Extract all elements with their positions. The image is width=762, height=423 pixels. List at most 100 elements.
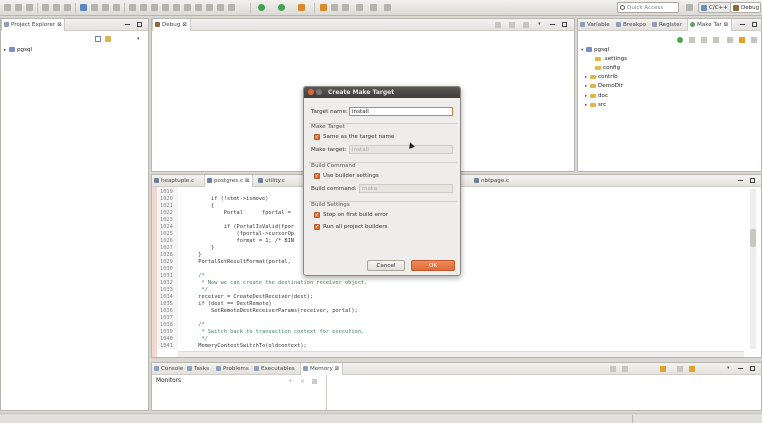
view-menu-icon[interactable]: ▾ [727,365,730,371]
open-element-icon[interactable] [331,4,338,11]
code-line[interactable]: 1032 * Now we can create the destination… [160,280,367,287]
run-all-builders-checkbox[interactable]: ✓ [314,224,320,230]
tree-item-doc[interactable]: ▸ doc [585,93,608,101]
tab-executables[interactable]: Executables [252,363,298,375]
tree-item-pgsql[interactable]: ▸ pgsql [4,47,32,55]
save-all-icon[interactable] [26,4,33,11]
tab-postgres[interactable]: postgres.c ⊠ [204,175,254,187]
code-line[interactable]: 1039 * Switch back to transaction contex… [160,329,364,336]
link-editor-icon[interactable] [105,36,111,42]
suspend-icon[interactable] [140,4,147,11]
maximize-icon[interactable] [562,22,567,27]
open-type-icon[interactable] [320,4,327,11]
clean-icon[interactable] [64,4,71,11]
open-perspective-icon[interactable] [686,4,693,11]
close-icon[interactable]: ⊠ [182,22,186,28]
tree-item-contrib[interactable]: ▸ contrib [585,74,618,82]
forward-icon[interactable] [384,4,391,11]
tree-item-settings[interactable]: .settings [590,56,627,64]
close-icon[interactable]: ⊠ [245,178,249,184]
tab-project-explorer[interactable]: Project Explorer ⊠ [1,19,66,31]
close-icon[interactable]: ⊠ [57,22,61,28]
remove-monitor-icon[interactable]: × [300,378,305,385]
new-target-icon[interactable] [677,37,683,43]
maximize-icon[interactable] [750,178,755,183]
tree-item-src[interactable]: ▸ src [585,102,606,110]
code-line[interactable]: 1023 [160,217,173,224]
code-line[interactable]: 1031 /* [160,273,205,280]
tab-debug[interactable]: Debug ⊠ [152,19,191,31]
code-line[interactable]: 1020 if (!stmt->ismove) [160,196,268,203]
tab-console[interactable]: Console [152,363,186,375]
code-line[interactable]: 1040 */ [160,336,208,343]
toggle-memory-monitors-icon[interactable] [677,366,683,372]
code-line[interactable]: 1033 */ [160,287,208,294]
step-filters-icon[interactable] [217,4,224,11]
tree-item-pgsql[interactable]: ▾ pgsql [581,47,609,55]
run-icon[interactable] [278,4,285,11]
target-name-input[interactable]: install [349,107,453,116]
minimize-window-icon[interactable] [316,89,322,95]
maximize-icon[interactable] [750,366,755,371]
perspective-debug[interactable]: Debug [730,2,761,13]
code-line[interactable]: 1034 receiver = CreateDestReceiver(dest)… [160,294,313,301]
delete-target-icon[interactable] [701,37,707,43]
cancel-button[interactable]: Cancel [367,260,405,271]
code-line[interactable]: 1038 /* [160,322,205,329]
code-line[interactable]: 1022 Portal fportal = [160,210,291,217]
maximize-icon[interactable] [137,22,142,27]
tree-item-config[interactable]: config [590,65,620,73]
tab-make-targets[interactable]: Make Tar ⊠ [687,19,732,31]
drop-to-frame-icon[interactable] [206,4,213,11]
step-return-icon[interactable] [195,4,202,11]
code-line[interactable]: 1028 } [160,252,201,259]
edit-target-icon[interactable] [689,37,695,43]
code-line[interactable]: 1035 if (dest == DestRemote) [160,301,272,308]
tab-memory[interactable]: Memory ⊠ [300,363,343,375]
minimize-icon[interactable] [740,22,745,25]
stop-on-error-checkbox[interactable]: ✓ [314,212,320,218]
tab-heaptuple[interactable]: heaptuple.c [152,175,197,187]
refresh-icon[interactable] [739,37,745,43]
link-memory-icon[interactable] [689,366,695,372]
new-folder-icon[interactable] [102,4,109,11]
code-line[interactable]: 1037 [160,315,173,322]
minimize-icon[interactable] [550,22,555,25]
resume-icon[interactable] [129,4,136,11]
collapse-all-icon[interactable] [95,36,101,42]
build-icon[interactable] [42,4,49,11]
tab-breakpoints[interactable]: Breakpo [614,19,649,31]
layout-icon[interactable] [523,22,529,28]
back-icon[interactable] [370,4,377,11]
code-line[interactable]: 1036 SetRemoteDestReceiverParams(receive… [160,308,358,315]
scrollbar-thumb[interactable] [750,229,756,247]
new-icon[interactable] [4,4,11,11]
new-class-icon[interactable] [80,4,87,11]
instruction-step-icon[interactable] [228,4,235,11]
remove-all-icon[interactable] [312,379,317,384]
tab-nbtpage[interactable]: nbtpage.c [472,175,512,187]
mark-occurrences-icon[interactable] [342,4,349,11]
build-target-icon[interactable] [713,37,719,43]
perspective-cpp[interactable]: C/C++ [698,2,731,13]
code-line[interactable]: 1027 } [160,245,214,252]
tab-tasks[interactable]: Tasks [185,363,212,375]
debug-icon[interactable] [258,4,265,11]
use-builder-settings-checkbox[interactable]: ✓ [314,173,320,179]
code-line[interactable]: 1030 [160,266,173,273]
remove-rendering-icon[interactable] [622,366,628,372]
horizontal-scrollbar[interactable] [178,351,744,357]
add-rendering-icon[interactable] [610,366,616,372]
hide-empty-icon[interactable] [727,37,733,43]
code-line[interactable]: 1025 (fportal->cursorOp [160,231,294,238]
tab-variables[interactable]: Variable [578,19,613,31]
code-line[interactable]: 1021 { [160,203,214,210]
code-line[interactable]: 1019 [160,189,173,196]
quick-access-input[interactable]: Quick Access [617,2,679,13]
same-as-target-checkbox[interactable]: ✓ [314,134,320,140]
save-icon[interactable] [15,4,22,11]
step-over-icon[interactable] [184,4,191,11]
step-into-icon[interactable] [173,4,180,11]
close-icon[interactable]: ⊠ [335,366,339,372]
view-menu-icon[interactable]: ▾ [538,21,541,27]
